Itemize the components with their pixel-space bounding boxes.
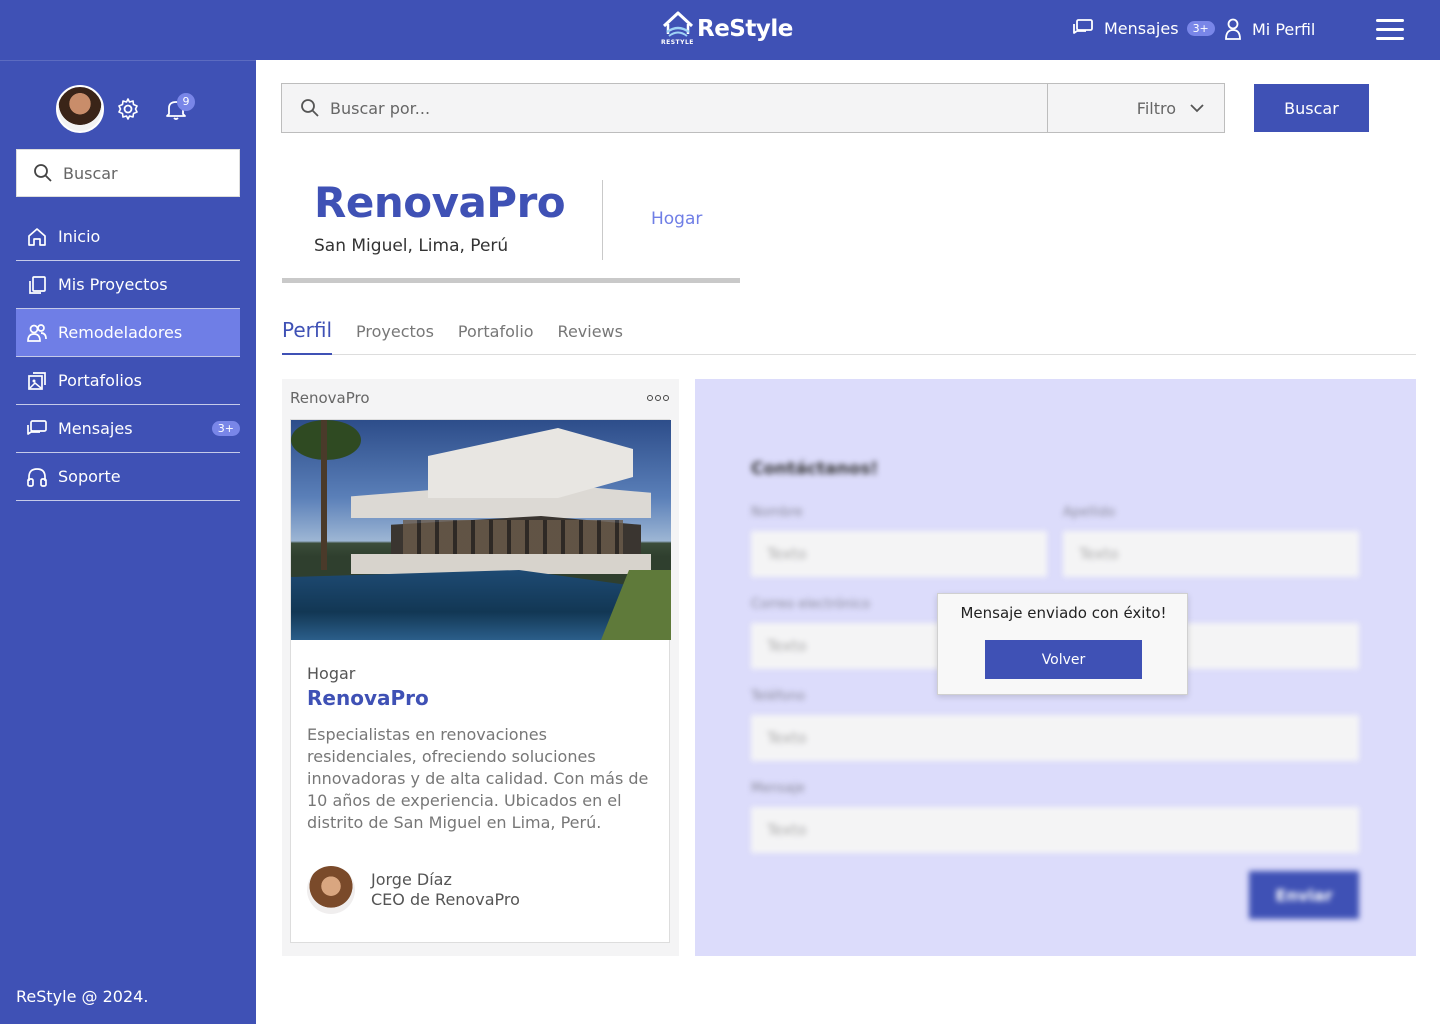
filter-label: Filtro	[1136, 98, 1176, 118]
company-name: RenovaPro	[314, 178, 566, 227]
card-description: Especialistas en renovaciones residencia…	[307, 725, 649, 832]
contact-title: Contáctanos!	[751, 459, 879, 479]
success-message: Mensaje enviado con éxito!	[960, 604, 1167, 622]
company-card-container: RenovaPro Hogar RenovaPro Especialistas …	[282, 379, 679, 956]
projects-icon	[29, 275, 46, 294]
sidebar-item-remodeladores[interactable]: Remodeladores	[16, 309, 240, 357]
company-category-link[interactable]: Hogar	[651, 209, 702, 229]
hamburger-menu-icon[interactable]	[1376, 19, 1404, 41]
search-icon	[301, 99, 319, 117]
home-icon	[28, 227, 46, 246]
person-name: Jorge Díaz	[371, 870, 452, 889]
card-header-title: RenovaPro	[290, 389, 370, 407]
submit-button[interactable]: Enviar	[1249, 871, 1359, 919]
tab-portafolio[interactable]: Portafolio	[458, 318, 534, 355]
sidebar-item-portafolios[interactable]: Portafolios	[16, 357, 240, 405]
last-name-field[interactable]: Texto	[1063, 531, 1359, 577]
header-messages-label: Mensajes	[1104, 18, 1179, 38]
header-messages-badge: 3+	[1186, 20, 1215, 36]
users-icon	[27, 323, 47, 342]
sidebar-item-label: Portafolios	[58, 371, 142, 390]
chevron-down-icon	[1190, 104, 1204, 113]
first-name-field[interactable]: Texto	[751, 531, 1047, 577]
sidebar-item-mis-proyectos[interactable]: Mis Proyectos	[16, 261, 240, 309]
header-profile-link[interactable]: Mi Perfil	[1224, 18, 1315, 40]
last-name-label: Apellido	[1063, 505, 1116, 520]
sidebar-item-inicio[interactable]: Inicio	[16, 213, 240, 261]
phone-field[interactable]: Texto	[751, 715, 1359, 761]
header-divider	[602, 180, 603, 260]
sidebar-item-label: Mensajes	[58, 419, 133, 438]
gear-icon[interactable]	[116, 97, 140, 121]
main-search-bar: Filtro	[281, 83, 1225, 133]
tab-perfil[interactable]: Perfil	[282, 318, 333, 355]
sidebar-item-label: Inicio	[58, 227, 101, 246]
logo-subtitle: RESTYLE	[661, 39, 694, 46]
sidebar: 9 Inicio Mis Proyectos	[0, 60, 256, 1024]
success-modal: Mensaje enviado con éxito! Volver	[937, 593, 1188, 695]
sidebar-item-mensajes[interactable]: Mensajes 3+	[16, 405, 240, 453]
search-icon	[34, 164, 52, 182]
filter-dropdown[interactable]: Filtro	[1048, 84, 1224, 132]
message-field[interactable]: Texto	[751, 807, 1359, 853]
person-role: CEO de RenovaPro	[371, 890, 520, 909]
sidebar-item-soporte[interactable]: Soporte	[16, 453, 240, 501]
app-name: ReStyle	[697, 16, 793, 42]
messages-icon	[27, 419, 47, 435]
portfolio-icon	[28, 371, 46, 390]
headset-icon	[27, 467, 47, 487]
sidebar-search[interactable]	[16, 149, 240, 197]
user-icon	[1225, 18, 1241, 40]
main-search-field[interactable]	[282, 84, 1048, 132]
sidebar-footer: ReStyle @ 2024.	[16, 987, 149, 1006]
main-search-input[interactable]	[330, 98, 930, 118]
header-profile-label: Mi Perfil	[1252, 19, 1316, 39]
sidebar-item-label: Mis Proyectos	[58, 275, 168, 294]
card-category: Hogar	[307, 664, 356, 683]
messages-icon	[1073, 19, 1093, 34]
tab-proyectos[interactable]: Proyectos	[356, 318, 434, 355]
phone-label: Teléfono	[751, 689, 806, 704]
tab-reviews[interactable]: Reviews	[558, 318, 623, 355]
sidebar-item-label: Remodeladores	[58, 323, 183, 342]
house-logo-icon: RESTYLE	[660, 10, 696, 48]
back-button[interactable]: Volver	[985, 640, 1142, 679]
more-options-icon[interactable]	[647, 395, 669, 401]
company-card: Hogar RenovaPro Especialistas en renovac…	[290, 419, 671, 943]
card-title: RenovaPro	[307, 686, 429, 710]
header-underline	[282, 278, 740, 283]
sidebar-search-input[interactable]	[63, 163, 213, 183]
top-bar: RESTYLE ReStyle Mensajes 3+ Mi Perfil	[0, 0, 1440, 60]
company-location: San Miguel, Lima, Perú	[314, 236, 509, 256]
app-logo[interactable]: RESTYLE ReStyle	[660, 10, 793, 48]
user-avatar[interactable]	[56, 85, 104, 133]
search-button[interactable]: Buscar	[1254, 84, 1369, 132]
company-cover-image	[291, 420, 671, 640]
first-name-label: Nombre	[751, 505, 803, 520]
sidebar-messages-badge: 3+	[211, 421, 240, 436]
sidebar-item-label: Soporte	[58, 467, 121, 486]
person-avatar	[307, 866, 355, 914]
profile-tabs: Perfil Proyectos Portafolio Reviews	[282, 318, 1416, 355]
sidebar-nav: Inicio Mis Proyectos Remodeladores Porta…	[16, 213, 240, 501]
message-label: Mensaje	[751, 781, 805, 796]
header-messages-link[interactable]: Mensajes 3+	[1072, 18, 1215, 38]
email-label: Correo electrónico	[751, 597, 871, 612]
notifications-badge: 9	[177, 93, 195, 111]
